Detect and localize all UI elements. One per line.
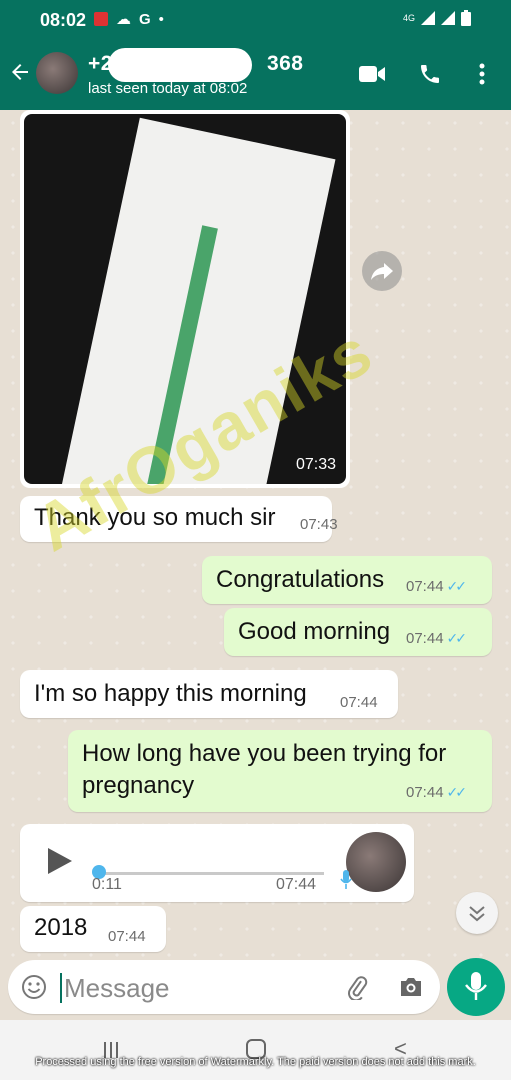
battery-icon (461, 10, 471, 26)
message-time: 07:44 (276, 876, 317, 893)
message-text: I'm so happy this morning (34, 680, 307, 707)
last-seen-status: last seen today at 08:02 (88, 80, 248, 97)
watermark-notice: Processed using the free version of Wate… (35, 1056, 476, 1068)
contact-name-suffix: 368 (266, 52, 304, 75)
phone-icon[interactable] (418, 62, 442, 86)
message-text: Congratulations (216, 566, 385, 593)
message-time: 07:44 (406, 784, 444, 801)
message-time: 07:33 (295, 456, 336, 473)
video-call-icon[interactable] (358, 62, 386, 86)
signal-icon (421, 11, 435, 25)
voice-duration: 0:11 (92, 876, 122, 893)
voice-message[interactable]: 0:11 07:44 (20, 824, 414, 902)
message-time: 07:43 (300, 516, 338, 533)
message-time-wrap: 07:44 ✓✓ (406, 630, 468, 647)
sender-avatar (346, 832, 406, 892)
forward-button[interactable] (362, 251, 402, 291)
read-ticks-icon: ✓✓ (446, 784, 468, 800)
message-text: 2018 (34, 914, 88, 941)
scroll-down-button[interactable] (456, 892, 498, 934)
voice-record-button[interactable] (447, 958, 505, 1016)
dot-icon: • (158, 10, 164, 28)
status-system-icons: 4G (403, 10, 471, 26)
message-time-wrap: 07:44 ✓✓ (406, 784, 468, 801)
chat-area[interactable]: 07:33 Thank you so much sir 07:43 Congra… (0, 110, 511, 968)
message-time: 07:44 (406, 630, 444, 647)
message-placeholder: Message (64, 973, 170, 1003)
mic-icon (340, 870, 352, 895)
play-icon[interactable] (48, 848, 72, 874)
message-time: 07:44 (340, 694, 378, 711)
message-bubble-outgoing[interactable]: Congratulations 07:44 ✓✓ (202, 556, 492, 604)
message-bubble-incoming[interactable]: 2018 07:44 (20, 906, 166, 952)
back-arrow-icon[interactable] (8, 60, 32, 84)
attach-icon[interactable] (344, 974, 370, 1000)
message-time: 07:44 (406, 578, 444, 595)
chat-header: +2 368 last seen today at 08:02 (0, 40, 511, 110)
mic-icon (465, 972, 487, 1000)
redaction-mask (108, 48, 252, 82)
voice-progress-track[interactable] (98, 872, 324, 875)
status-notifications: ☁ G • (94, 10, 164, 28)
forward-icon (371, 263, 393, 280)
message-text: Good morning (238, 618, 391, 645)
google-icon: G (139, 10, 151, 28)
signal-icon-2 (441, 11, 455, 25)
status-time: 08:02 (40, 10, 87, 30)
more-vert-icon[interactable] (478, 62, 486, 86)
status-bar: 08:02 ☁ G • 4G (0, 0, 511, 40)
read-ticks-icon: ✓✓ (446, 578, 468, 594)
text-cursor (60, 973, 62, 1003)
system-nav-bar: < Processed using the free version of Wa… (0, 1020, 511, 1080)
read-ticks-icon: ✓✓ (446, 630, 468, 646)
notification-app-icon (94, 12, 108, 26)
camera-icon[interactable] (398, 975, 424, 999)
network-type: 4G (402, 13, 415, 23)
contact-avatar[interactable] (36, 52, 78, 94)
emoji-icon[interactable] (20, 973, 48, 1001)
message-bubble-outgoing[interactable]: Good morning 07:44 ✓✓ (224, 608, 492, 656)
message-bubble-outgoing[interactable]: How long have you been trying for pregna… (68, 730, 492, 812)
message-time-wrap: 07:44 ✓✓ (406, 578, 468, 595)
double-chevron-down-icon (469, 906, 485, 922)
message-bubble-incoming[interactable]: I'm so happy this morning 07:44 (20, 670, 398, 718)
message-text-line2: pregnancy (82, 772, 195, 799)
cloud-icon: ☁ (116, 11, 131, 28)
message-time: 07:44 (108, 928, 146, 945)
message-text-line1: How long have you been trying for (82, 740, 447, 767)
message-input-field[interactable]: Message (8, 960, 440, 1014)
message-composer: Message (0, 958, 511, 1020)
